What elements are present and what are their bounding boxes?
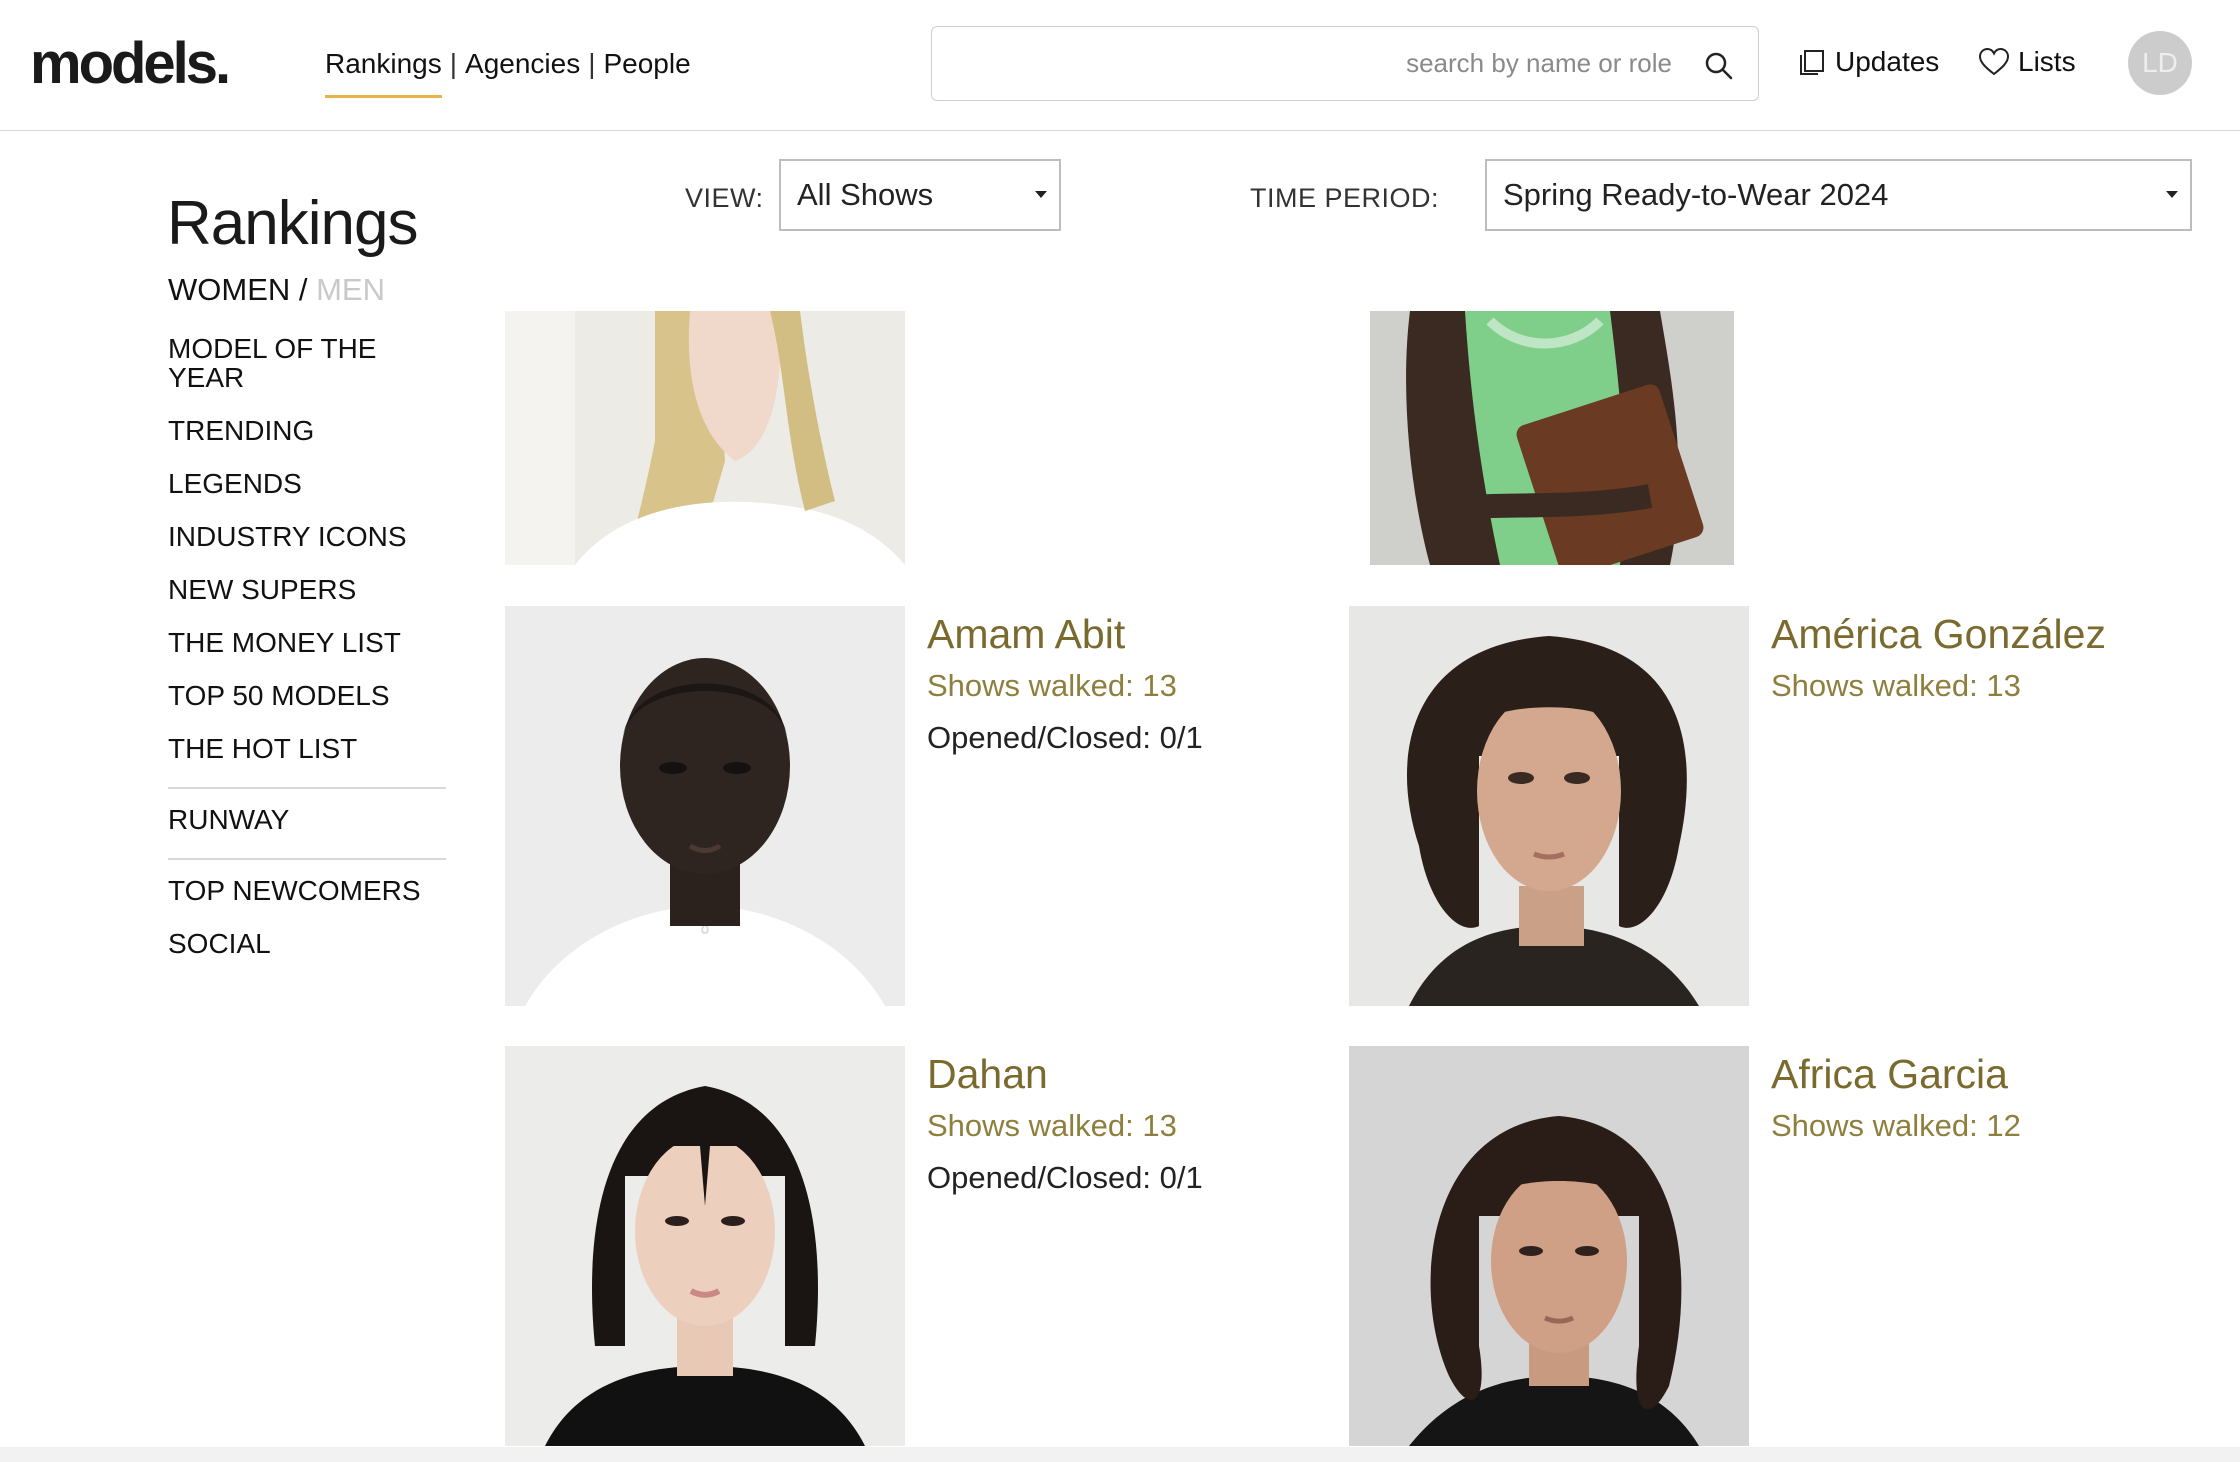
menu-trending[interactable]: TRENDING (168, 416, 446, 469)
model-photo[interactable] (505, 606, 905, 1006)
gender-men-link[interactable]: MEN (316, 272, 385, 307)
gender-women-link[interactable]: WOMEN (168, 272, 290, 307)
menu-legends[interactable]: LEGENDS (168, 469, 446, 522)
model-photo[interactable] (1349, 1046, 1749, 1446)
rankings-menu: MODEL OF THE YEAR TRENDING LEGENDS INDUS… (168, 334, 446, 982)
shows-walked: Shows walked: 12 (1771, 1108, 2021, 1143)
menu-top-50-models[interactable]: TOP 50 MODELS (168, 681, 446, 734)
main-nav: Rankings | Agencies | People (325, 48, 691, 98)
lists-label: Lists (2018, 46, 2076, 77)
time-period-label: TIME PERIOD: (1250, 183, 1440, 213)
menu-top-newcomers[interactable]: TOP NEWCOMERS (168, 858, 446, 929)
menu-model-of-the-year[interactable]: MODEL OF THE YEAR (168, 334, 446, 416)
site-logo[interactable]: models. (30, 30, 231, 97)
shows-walked: Shows walked: 13 (927, 1108, 1177, 1143)
search-box (931, 26, 1759, 101)
menu-industry-icons[interactable]: INDUSTRY ICONS (168, 522, 446, 575)
model-photo[interactable] (505, 1046, 905, 1446)
model-name[interactable]: Dahan (927, 1051, 1048, 1098)
model-name[interactable]: Africa Garcia (1771, 1051, 2008, 1098)
model-photo[interactable] (1349, 606, 1749, 1006)
updates-label: Updates (1835, 46, 1940, 77)
menu-money-list[interactable]: THE MONEY LIST (168, 628, 446, 681)
menu-new-supers[interactable]: NEW SUPERS (168, 575, 446, 628)
model-name[interactable]: Amam Abit (927, 611, 1125, 658)
menu-social[interactable]: SOCIAL (168, 929, 446, 982)
shows-walked: Shows walked: 13 (927, 668, 1177, 703)
gender-separator: / (290, 272, 317, 307)
search-input[interactable] (952, 27, 1672, 100)
nav-agencies[interactable]: Agencies (465, 48, 580, 80)
page-title: Rankings (167, 189, 418, 258)
chevron-down-icon (2166, 191, 2178, 198)
menu-runway[interactable]: RUNWAY (168, 787, 446, 858)
top-header: models. Rankings | Agencies | People Upd… (0, 0, 2240, 131)
opened-closed: Opened/Closed: 0/1 (927, 720, 1203, 755)
updates-link[interactable]: Updates (1797, 46, 1939, 78)
gender-switch: WOMEN / MEN (168, 272, 385, 308)
search-icon[interactable] (1704, 51, 1734, 81)
shows-walked: Shows walked: 13 (1771, 668, 2021, 703)
time-period-select[interactable]: Spring Ready-to-Wear 2024 (1485, 159, 2192, 231)
nav-rankings[interactable]: Rankings (325, 48, 442, 98)
view-select[interactable]: All Shows (779, 159, 1061, 231)
nav-separator: | (449, 48, 458, 79)
view-label: VIEW: (685, 183, 764, 213)
time-period-value: Spring Ready-to-Wear 2024 (1503, 177, 1889, 212)
opened-closed: Opened/Closed: 0/1 (927, 1160, 1203, 1195)
model-name[interactable]: América González (1771, 611, 2106, 658)
horizontal-scrollbar[interactable] (0, 1447, 2240, 1462)
heart-icon (1978, 47, 2010, 76)
updates-icon (1800, 50, 1824, 75)
model-photo[interactable] (505, 311, 905, 565)
menu-hot-list[interactable]: THE HOT LIST (168, 734, 446, 787)
view-select-value: All Shows (797, 177, 934, 212)
chevron-down-icon (1035, 191, 1047, 198)
user-avatar[interactable]: LD (2128, 31, 2192, 95)
nav-separator: | (588, 48, 596, 79)
lists-link[interactable]: Lists (1978, 46, 2076, 78)
rankings-grid: Amam Abit Shows walked: 13 Opened/Closed… (500, 311, 2240, 1462)
model-photo[interactable] (1370, 311, 1734, 565)
nav-people[interactable]: People (603, 48, 690, 80)
